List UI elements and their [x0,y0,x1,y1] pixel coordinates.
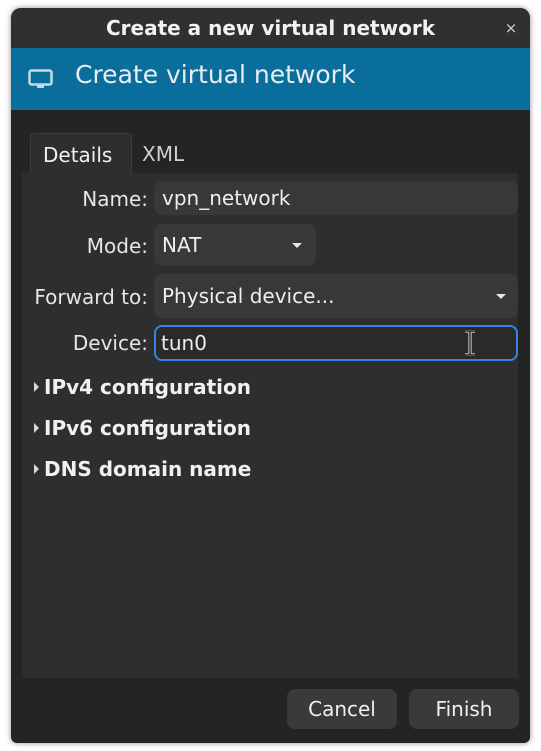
mode-dropdown[interactable]: NAT [154,224,316,266]
network-monitor-icon [28,69,53,88]
close-icon[interactable]: × [500,17,522,39]
forward-dropdown-value: Physical device... [162,284,335,308]
chevron-down-icon [496,294,506,299]
header-banner: Create virtual network [11,48,530,110]
expander-ipv6-label: IPv6 configuration [44,416,251,440]
expand-arrow-icon [34,423,39,433]
text-cursor-icon [465,330,475,356]
titlebar: Create a new virtual network × [11,8,530,48]
forward-dropdown[interactable]: Physical device... [154,274,518,318]
device-label: Device: [72,331,148,355]
banner-title: Create virtual network [75,60,356,89]
name-input[interactable]: vpn_network [154,181,518,215]
mode-dropdown-value: NAT [162,233,202,257]
dialog-window: Create a new virtual network × Create vi… [11,8,530,743]
window-title: Create a new virtual network [105,16,435,40]
finish-button[interactable]: Finish [409,689,519,729]
device-input-value: tun0 [161,331,207,355]
details-panel: Name: vpn_network Mode: NAT Forward to: … [22,173,518,678]
chevron-down-icon [292,243,302,248]
name-input-value: vpn_network [162,186,291,210]
name-label: Name: [82,187,148,211]
expander-dns-label: DNS domain name [44,457,252,481]
tab-details[interactable]: Details [30,133,132,174]
expand-arrow-icon [34,464,39,474]
mode-label: Mode: [86,234,148,258]
expander-ipv4-label: IPv4 configuration [44,375,251,399]
expand-arrow-icon [34,382,39,392]
cancel-button[interactable]: Cancel [287,689,397,729]
forward-label: Forward to: [34,285,148,309]
tab-xml[interactable]: XML [130,133,196,173]
device-input[interactable]: tun0 [154,325,518,361]
